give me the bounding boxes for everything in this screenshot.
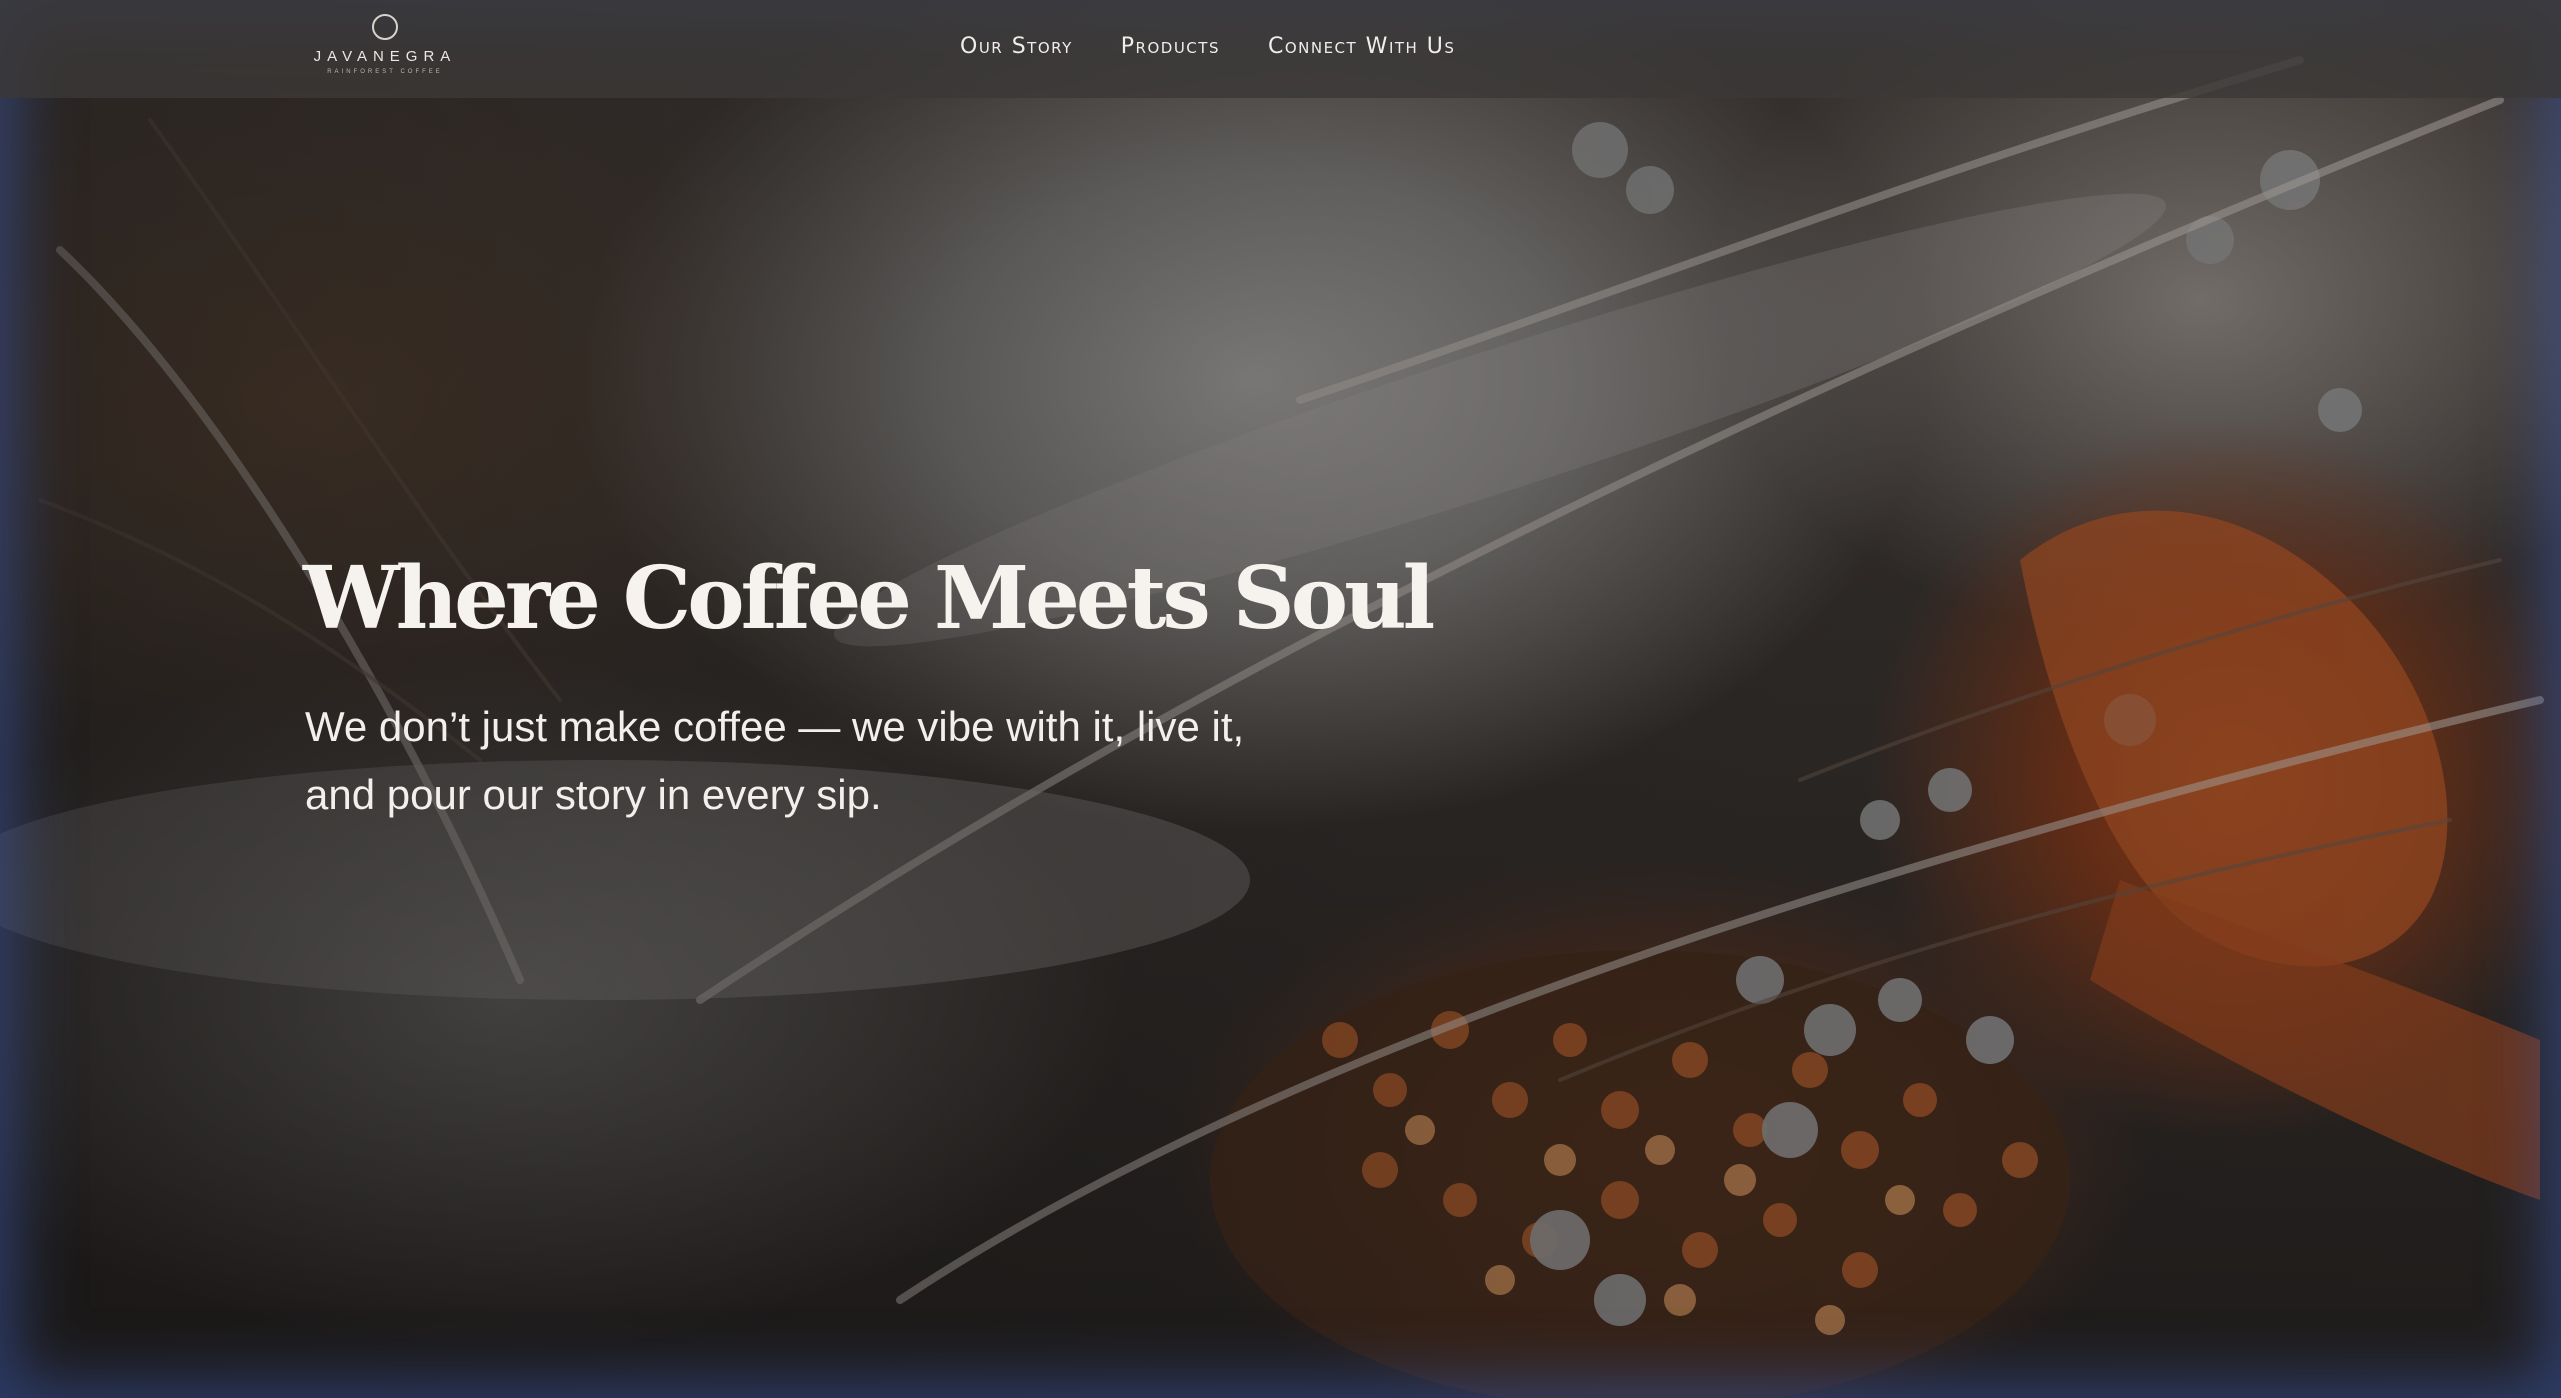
hero-subtitle: We don’t just make coffee — we vibe with… (305, 703, 1245, 818)
nav-item-connect: Connect With Us (1268, 34, 1455, 59)
top-navigation-bar: JAVANEGRA RAINFOREST COFFEE Our Story Pr… (0, 0, 2561, 98)
nav-link-connect-with-us[interactable]: Connect With Us (1268, 34, 1455, 59)
brand-logo-link[interactable]: JAVANEGRA RAINFOREST COFFEE (300, 14, 470, 86)
nav-item-products: Products (1121, 34, 1220, 59)
hero-title: Where Coffee Meets Soul (303, 548, 1435, 649)
nav-link-products[interactable]: Products (1121, 34, 1220, 59)
nav-item-our-story: Our Story (960, 34, 1073, 59)
nav-link-our-story[interactable]: Our Story (960, 34, 1073, 59)
brand-name: JAVANEGRA (313, 48, 457, 65)
main-nav-menu: Our Story Products Connect With Us (960, 34, 1455, 59)
brand-tagline: RAINFOREST COFFEE (327, 69, 443, 75)
circle-logo-icon (372, 14, 398, 40)
